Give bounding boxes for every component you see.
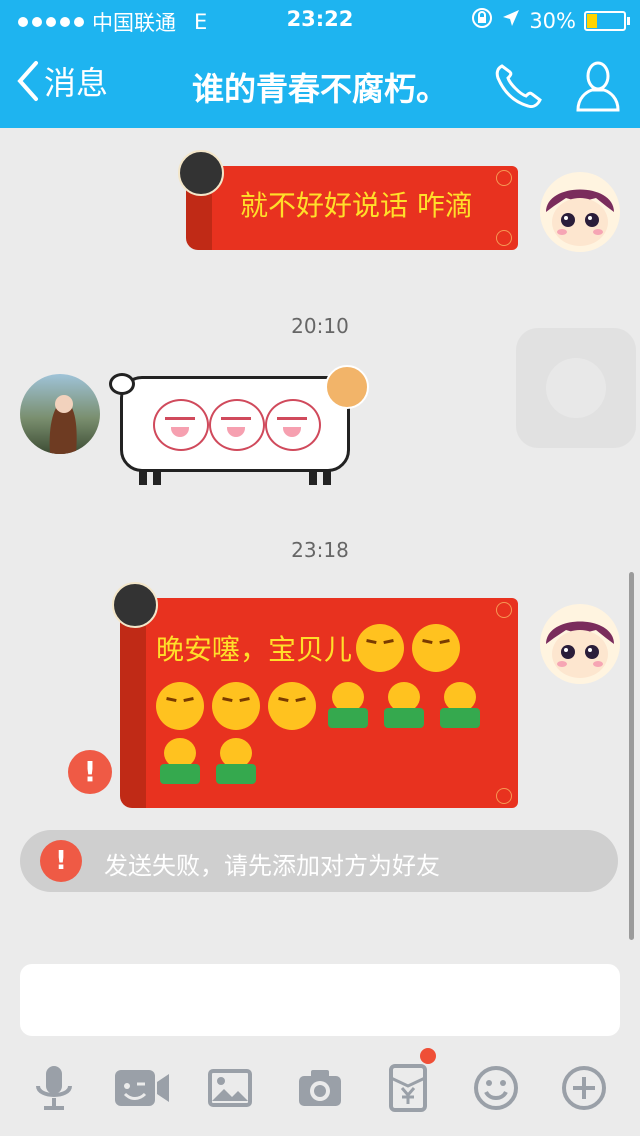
message-line-1: 晚安噻，宝贝儿 <box>156 624 468 672</box>
bubble-sticker-avatar <box>178 150 224 196</box>
kiss-emoji-icon <box>156 682 204 730</box>
chat-title: 谁的青春不腐朽。 <box>191 70 448 108</box>
bubble-corner-ornament <box>496 602 512 618</box>
timestamp: 23:18 <box>291 538 349 562</box>
send-failed-retry-button[interactable]: ! <box>68 750 112 794</box>
scrollbar[interactable] <box>629 572 634 940</box>
cartoon-boy-icon <box>546 621 614 678</box>
my-avatar[interactable] <box>540 172 620 252</box>
kiss-emoji-icon <box>268 682 316 730</box>
chat-area: 就不好好说话 咋滴 20:10 23:18 晚安噻，宝贝儿 ! ! 发送失败，请… <box>0 128 640 960</box>
battery-icon <box>584 10 630 31</box>
status-right: 30% <box>471 7 630 34</box>
bubble-sticker-avatar <box>112 582 158 628</box>
sheep-leg <box>323 471 331 485</box>
sheep-head <box>109 373 135 395</box>
emoji-button[interactable] <box>464 1056 528 1120</box>
camera-button[interactable] <box>288 1056 352 1120</box>
kiss-emoji-icon <box>356 624 405 672</box>
grin-emoji-icon <box>380 682 428 730</box>
phone-call-button[interactable] <box>492 62 542 112</box>
rotation-lock-icon <box>471 7 493 34</box>
sticker-message-sheep[interactable] <box>109 365 369 485</box>
bubble-corner-ornament <box>496 170 512 186</box>
bubble-corner-ornament <box>496 788 512 804</box>
grin-emoji-icon <box>324 682 372 730</box>
crying-emoji-icon <box>209 399 265 451</box>
my-avatar[interactable] <box>540 604 620 684</box>
message-text-2: 晚安噻，宝贝儿 <box>156 633 353 666</box>
crying-emoji-icon <box>265 399 321 451</box>
message-input[interactable] <box>20 964 620 1036</box>
input-toolbar <box>0 1040 640 1136</box>
phone-icon <box>495 64 542 108</box>
camera-icon <box>299 1070 341 1106</box>
plus-circle-icon <box>562 1066 606 1110</box>
kiss-emoji-icon <box>412 624 461 672</box>
kiss-emoji-icon <box>212 682 260 730</box>
red-packet-button[interactable] <box>376 1048 440 1120</box>
red-packet-icon <box>389 1064 427 1112</box>
grin-emoji-icon <box>212 738 260 786</box>
message-line-2 <box>156 682 492 730</box>
photo-button[interactable] <box>198 1056 262 1120</box>
navigation-bar: 消息 谁的青春不腐朽。 <box>0 40 640 128</box>
sheep-leg <box>309 471 317 485</box>
more-button[interactable] <box>552 1056 616 1120</box>
image-icon <box>208 1069 252 1107</box>
location-icon <box>501 8 521 33</box>
smiley-icon <box>474 1066 518 1110</box>
photo-avatar <box>49 395 77 454</box>
system-notice-text: 发送失败，请先添加对方为好友 <box>104 852 440 880</box>
sheep-leg <box>153 471 161 485</box>
floating-assistive-touch[interactable] <box>516 328 636 448</box>
cartoon-boy-icon <box>546 189 614 246</box>
crying-emoji-icon <box>153 399 209 451</box>
status-bar: 中国联通 E 23:22 30% <box>0 0 640 40</box>
bubble-fold-decoration <box>120 598 146 808</box>
message-line-3 <box>156 738 268 786</box>
microphone-icon <box>36 1066 72 1110</box>
system-notice: ! 发送失败，请先添加对方为好友 <box>20 830 618 892</box>
message-bubble-2[interactable]: 晚安噻，宝贝儿 <box>112 582 518 808</box>
person-icon <box>576 61 620 112</box>
bubble-sticker-avatar <box>325 365 369 409</box>
error-icon: ! <box>40 840 82 882</box>
grin-emoji-icon <box>156 738 204 786</box>
video-call-button[interactable] <box>110 1056 174 1120</box>
grin-emoji-icon <box>436 682 484 730</box>
battery-percent: 30% <box>529 8 576 33</box>
notification-dot <box>420 1048 436 1064</box>
sheep-leg <box>139 471 147 485</box>
voice-button[interactable] <box>22 1056 86 1120</box>
bubble-corner-ornament <box>496 230 512 246</box>
video-camera-icon <box>115 1070 169 1106</box>
message-text-1: 就不好好说话 咋滴 <box>240 189 473 222</box>
message-bubble-1[interactable]: 就不好好说话 咋滴 <box>178 150 518 250</box>
friend-avatar[interactable] <box>20 374 100 454</box>
profile-button[interactable] <box>574 58 622 116</box>
